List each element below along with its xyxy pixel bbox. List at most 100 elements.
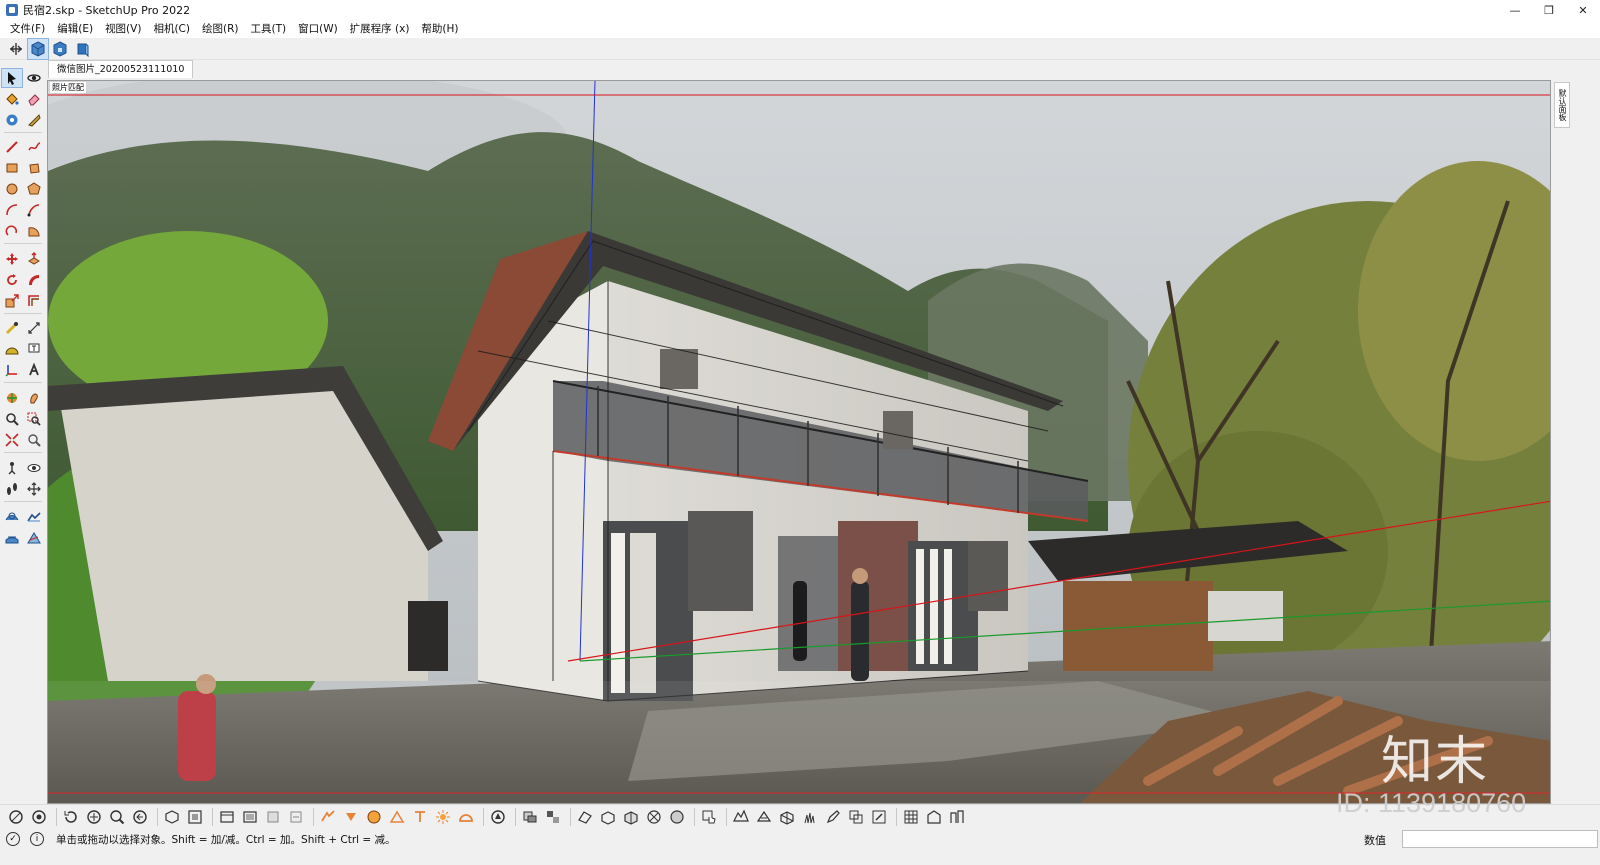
default-tray-tab[interactable]: 默认面板 [1554, 82, 1570, 128]
shadows-icon[interactable] [217, 807, 237, 827]
menu-file[interactable]: 文件(F) [4, 20, 51, 38]
zoom-window-icon[interactable] [24, 410, 44, 428]
drawing-viewport[interactable]: 照片匹配 知末 [47, 80, 1551, 804]
rotate-tool-icon[interactable] [2, 271, 22, 289]
scale-tool-icon[interactable] [2, 292, 22, 310]
grid-icon[interactable] [901, 807, 921, 827]
model-info-icon[interactable] [488, 807, 508, 827]
pencil-icon[interactable] [823, 807, 843, 827]
pan-icon[interactable] [84, 807, 104, 827]
sandbox-smoove-icon[interactable] [2, 508, 22, 526]
grass-icon[interactable] [800, 807, 820, 827]
text-label-icon[interactable] [410, 807, 430, 827]
arc-icon[interactable] [456, 807, 476, 827]
zoom-previous-icon[interactable] [130, 807, 150, 827]
move-tool-icon[interactable] [2, 250, 22, 268]
position-camera-icon[interactable] [2, 459, 22, 477]
warehouse-hand-icon[interactable] [699, 807, 719, 827]
sandbox-add-detail-icon[interactable] [777, 807, 797, 827]
look-around-icon[interactable] [24, 459, 44, 477]
walk-footprints-icon[interactable] [2, 480, 22, 498]
paint-bucket-icon[interactable] [2, 90, 22, 108]
top-view-icon[interactable] [185, 807, 205, 827]
placement-icon[interactable] [947, 807, 967, 827]
menu-camera[interactable]: 相机(C) [147, 20, 196, 38]
iso-icon[interactable] [162, 807, 182, 827]
building-maker-icon[interactable] [924, 807, 944, 827]
measurements-input[interactable] [1402, 830, 1598, 848]
fog-icon[interactable] [240, 807, 260, 827]
restore-button[interactable]: ❐ [1532, 0, 1566, 20]
rotated-rectangle-icon[interactable] [24, 159, 44, 177]
freehand-icon[interactable] [24, 138, 44, 156]
two-point-arc-icon[interactable] [24, 201, 44, 219]
solid-split-icon[interactable] [644, 807, 664, 827]
offset-tool-icon[interactable] [24, 292, 44, 310]
edit-section-icon[interactable] [869, 807, 889, 827]
outliner-icon[interactable] [520, 807, 540, 827]
components-icon[interactable] [2, 111, 22, 129]
circle-tool-icon[interactable] [2, 180, 22, 198]
previous-view-icon[interactable] [24, 431, 44, 449]
push-pull-icon[interactable] [24, 250, 44, 268]
tape-tool-icon[interactable] [2, 319, 22, 337]
solid-subtract-icon[interactable] [598, 807, 618, 827]
layers-icon[interactable] [286, 807, 306, 827]
styles-back-edges-icon[interactable] [29, 807, 49, 827]
close-button[interactable]: ✕ [1566, 0, 1600, 20]
section-plane-icon[interactable] [2, 389, 22, 407]
sun-icon[interactable] [433, 807, 453, 827]
axes-tool-icon[interactable] [2, 361, 22, 379]
help-info-icon[interactable]: i [30, 832, 44, 846]
orbit-tool-icon[interactable] [24, 69, 44, 87]
dynamic-components-icon[interactable] [318, 807, 338, 827]
tape-measure-icon[interactable] [24, 111, 44, 129]
scene-tab[interactable]: 微信图片_20200523111010 [48, 60, 194, 78]
sandbox-drape-icon[interactable] [2, 529, 22, 547]
eraser-icon[interactable] [24, 90, 44, 108]
menu-view[interactable]: 视图(V) [99, 20, 147, 38]
section-fill-icon[interactable] [263, 807, 283, 827]
sandbox-contours-icon[interactable] [731, 807, 751, 827]
orbit-icon[interactable] [61, 807, 81, 827]
menu-extensions[interactable]: 扩展程序 (x) [344, 20, 416, 38]
solid-trim-icon[interactable] [621, 807, 641, 827]
georeference-icon[interactable]: ✓ [6, 832, 20, 846]
rectangle-tool-icon[interactable] [2, 159, 22, 177]
styles-xray-icon[interactable] [6, 807, 26, 827]
interact-icon[interactable] [341, 807, 361, 827]
follow-me-icon[interactable] [24, 271, 44, 289]
menu-help[interactable]: 帮助(H) [415, 20, 464, 38]
solid-union-icon[interactable] [575, 807, 595, 827]
zoom-tool-icon[interactable] [2, 410, 22, 428]
menu-tools[interactable]: 工具(T) [244, 20, 292, 38]
orient-icon[interactable] [6, 39, 26, 59]
sandbox-flip-edge-icon[interactable] [24, 529, 44, 547]
pan-tool-icon[interactable] [24, 480, 44, 498]
pie-tool-icon[interactable] [24, 222, 44, 240]
iso-view-icon[interactable] [27, 37, 49, 60]
protractor-icon[interactable] [2, 340, 22, 358]
solid-outer-shell-icon[interactable] [667, 807, 687, 827]
line-tool-icon[interactable] [2, 138, 22, 156]
arc-tool-icon[interactable] [2, 201, 22, 219]
menu-draw[interactable]: 绘图(R) [196, 20, 245, 38]
component-browser-icon[interactable] [543, 807, 563, 827]
house-view-icon[interactable] [50, 39, 70, 59]
text-tool-icon[interactable] [24, 340, 44, 358]
sandbox-scratch-icon[interactable] [754, 807, 774, 827]
sandbox-stamp-icon[interactable] [24, 508, 44, 526]
zoom-extents-icon[interactable] [2, 431, 22, 449]
component-attributes-icon[interactable] [387, 807, 407, 827]
menu-window[interactable]: 窗口(W) [292, 20, 344, 38]
dimension-tool-icon[interactable] [24, 319, 44, 337]
intersect-faces-icon[interactable] [846, 807, 866, 827]
front-view-icon[interactable] [72, 39, 92, 59]
component-options-icon[interactable] [364, 807, 384, 827]
walk-icon[interactable] [24, 389, 44, 407]
menu-edit[interactable]: 编辑(E) [51, 20, 99, 38]
3d-text-icon[interactable] [24, 361, 44, 379]
select-tool-icon[interactable] [1, 68, 23, 88]
polygon-tool-icon[interactable] [24, 180, 44, 198]
zoom-icon[interactable] [107, 807, 127, 827]
